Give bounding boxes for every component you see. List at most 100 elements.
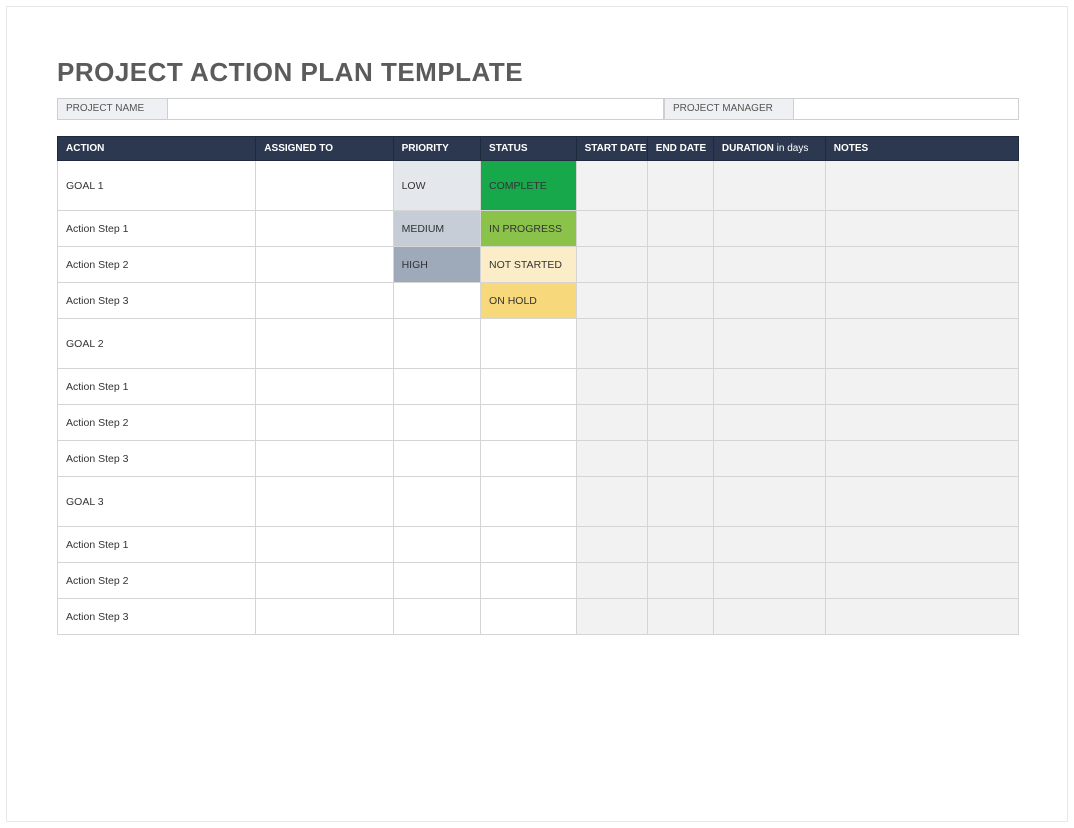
cell-assigned_to[interactable] — [256, 211, 393, 247]
cell-priority[interactable] — [393, 283, 480, 319]
cell-duration[interactable] — [713, 441, 825, 477]
cell-action[interactable]: Action Step 2 — [58, 405, 256, 441]
cell-duration[interactable] — [713, 161, 825, 211]
cell-priority[interactable] — [393, 405, 480, 441]
cell-status[interactable]: NOT STARTED — [481, 247, 577, 283]
cell-status[interactable]: COMPLETE — [481, 161, 577, 211]
cell-notes[interactable] — [825, 527, 1018, 563]
cell-assigned_to[interactable] — [256, 599, 393, 635]
cell-end[interactable] — [647, 283, 713, 319]
cell-status[interactable] — [481, 319, 577, 369]
cell-start[interactable] — [576, 477, 647, 527]
cell-end[interactable] — [647, 599, 713, 635]
cell-assigned_to[interactable] — [256, 319, 393, 369]
cell-notes[interactable] — [825, 405, 1018, 441]
cell-start[interactable] — [576, 161, 647, 211]
cell-duration[interactable] — [713, 477, 825, 527]
cell-notes[interactable] — [825, 319, 1018, 369]
cell-start[interactable] — [576, 319, 647, 369]
cell-start[interactable] — [576, 599, 647, 635]
cell-status[interactable] — [481, 599, 577, 635]
cell-assigned_to[interactable] — [256, 405, 393, 441]
cell-notes[interactable] — [825, 599, 1018, 635]
table-row: Action Step 1 MEDIUMIN PROGRESS — [58, 211, 1019, 247]
cell-duration[interactable] — [713, 247, 825, 283]
cell-action[interactable]: GOAL 3 — [58, 477, 256, 527]
cell-action[interactable]: GOAL 2 — [58, 319, 256, 369]
cell-action[interactable]: GOAL 1 — [58, 161, 256, 211]
cell-priority[interactable]: LOW — [393, 161, 480, 211]
cell-notes[interactable] — [825, 369, 1018, 405]
cell-action[interactable]: Action Step 1 — [58, 369, 256, 405]
cell-notes[interactable] — [825, 283, 1018, 319]
cell-start[interactable] — [576, 369, 647, 405]
cell-start[interactable] — [576, 211, 647, 247]
cell-status[interactable] — [481, 441, 577, 477]
cell-end[interactable] — [647, 369, 713, 405]
cell-duration[interactable] — [713, 405, 825, 441]
cell-action[interactable]: Action Step 1 — [58, 211, 256, 247]
cell-priority[interactable] — [393, 527, 480, 563]
cell-status[interactable]: ON HOLD — [481, 283, 577, 319]
cell-priority[interactable]: MEDIUM — [393, 211, 480, 247]
project-info-row: PROJECT NAME PROJECT MANAGER — [57, 98, 1019, 120]
cell-assigned_to[interactable] — [256, 563, 393, 599]
cell-duration[interactable] — [713, 211, 825, 247]
cell-status[interactable]: IN PROGRESS — [481, 211, 577, 247]
cell-notes[interactable] — [825, 161, 1018, 211]
cell-notes[interactable] — [825, 247, 1018, 283]
cell-status[interactable] — [481, 563, 577, 599]
cell-end[interactable] — [647, 477, 713, 527]
cell-action[interactable]: Action Step 3 — [58, 283, 256, 319]
cell-duration[interactable] — [713, 283, 825, 319]
cell-start[interactable] — [576, 283, 647, 319]
cell-duration[interactable] — [713, 369, 825, 405]
cell-action[interactable]: Action Step 3 — [58, 599, 256, 635]
cell-end[interactable] — [647, 161, 713, 211]
cell-status[interactable] — [481, 527, 577, 563]
cell-end[interactable] — [647, 441, 713, 477]
cell-action[interactable]: Action Step 2 — [58, 247, 256, 283]
cell-assigned_to[interactable] — [256, 283, 393, 319]
cell-priority[interactable] — [393, 563, 480, 599]
cell-end[interactable] — [647, 247, 713, 283]
cell-notes[interactable] — [825, 441, 1018, 477]
cell-status[interactable] — [481, 405, 577, 441]
cell-assigned_to[interactable] — [256, 477, 393, 527]
cell-assigned_to[interactable] — [256, 527, 393, 563]
cell-end[interactable] — [647, 405, 713, 441]
cell-action[interactable]: Action Step 2 — [58, 563, 256, 599]
cell-status[interactable] — [481, 477, 577, 527]
cell-end[interactable] — [647, 319, 713, 369]
cell-priority[interactable] — [393, 441, 480, 477]
cell-assigned_to[interactable] — [256, 369, 393, 405]
cell-action[interactable]: Action Step 3 — [58, 441, 256, 477]
cell-duration[interactable] — [713, 599, 825, 635]
cell-start[interactable] — [576, 527, 647, 563]
cell-duration[interactable] — [713, 319, 825, 369]
cell-priority[interactable] — [393, 369, 480, 405]
cell-action[interactable]: Action Step 1 — [58, 527, 256, 563]
cell-start[interactable] — [576, 441, 647, 477]
cell-status[interactable] — [481, 369, 577, 405]
cell-end[interactable] — [647, 527, 713, 563]
cell-duration[interactable] — [713, 563, 825, 599]
cell-duration[interactable] — [713, 527, 825, 563]
project-manager-field[interactable] — [794, 99, 994, 119]
cell-assigned_to[interactable] — [256, 441, 393, 477]
cell-assigned_to[interactable] — [256, 247, 393, 283]
cell-end[interactable] — [647, 211, 713, 247]
cell-priority[interactable] — [393, 477, 480, 527]
cell-priority[interactable] — [393, 319, 480, 369]
cell-priority[interactable] — [393, 599, 480, 635]
cell-notes[interactable] — [825, 211, 1018, 247]
cell-start[interactable] — [576, 405, 647, 441]
cell-assigned_to[interactable] — [256, 161, 393, 211]
cell-end[interactable] — [647, 563, 713, 599]
cell-start[interactable] — [576, 563, 647, 599]
project-name-field[interactable] — [168, 99, 664, 119]
cell-notes[interactable] — [825, 477, 1018, 527]
cell-start[interactable] — [576, 247, 647, 283]
cell-notes[interactable] — [825, 563, 1018, 599]
cell-priority[interactable]: HIGH — [393, 247, 480, 283]
